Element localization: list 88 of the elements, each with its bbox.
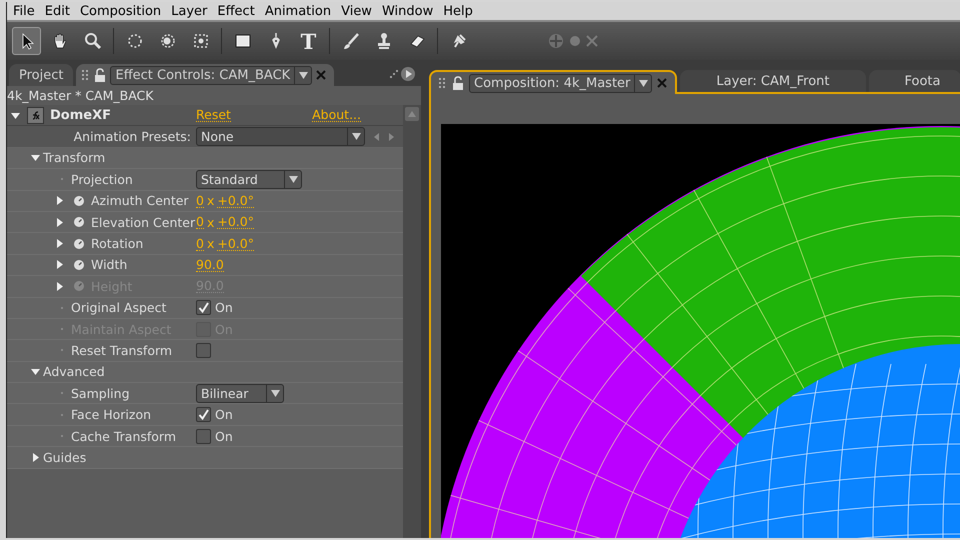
- close-icon[interactable]: [657, 78, 668, 88]
- group-label: Advanced: [43, 364, 105, 380]
- field-label: Animation Presets:: [74, 129, 191, 144]
- collapse-triangle-icon[interactable]: [10, 110, 20, 120]
- panel-tab[interactable]: Effect Controls: CAM_BACK: [76, 64, 334, 86]
- group-label: Transform: [43, 150, 106, 166]
- stopwatch-icon[interactable]: [73, 216, 85, 228]
- revolutions-value[interactable]: 0: [196, 194, 204, 208]
- property-label: Azimuth Center: [91, 193, 189, 208]
- world-axis-icon: [569, 35, 581, 47]
- number-value[interactable]: 90.0: [196, 258, 224, 272]
- caret-icon: [298, 72, 308, 78]
- lock-icon: [452, 76, 464, 90]
- property-label: Original Aspect: [71, 300, 166, 316]
- menu-item[interactable]: Animation: [260, 4, 338, 18]
- menu-item[interactable]: Effect: [213, 4, 261, 18]
- menu-item[interactable]: Composition: [76, 4, 168, 18]
- expand-triangle-icon[interactable]: [54, 282, 64, 291]
- property-label: Face Horizon: [71, 407, 152, 422]
- effect-name: DomeXF: [50, 108, 111, 123]
- caret-icon: [270, 390, 280, 397]
- menu-item[interactable]: File: [9, 4, 41, 18]
- checkmark-icon: [198, 409, 209, 420]
- collapse-triangle-icon[interactable]: [30, 153, 40, 162]
- checkbox[interactable]: [196, 300, 211, 316]
- caret-icon: [288, 176, 298, 183]
- menu-item[interactable]: Window: [378, 4, 440, 18]
- property-label: Rotation: [91, 236, 144, 252]
- checkbox[interactable]: [196, 407, 211, 422]
- collapse-triangle-icon[interactable]: [30, 367, 40, 376]
- angle-value[interactable]: +0.0°: [217, 236, 254, 251]
- checkbox-caption: On: [215, 300, 233, 316]
- property-label: Cache Transform: [71, 428, 176, 444]
- search-icon: [82, 31, 102, 51]
- fx-glyph-icon: [31, 110, 40, 120]
- tab-label: Composition: 4k_Master: [474, 76, 630, 90]
- panel-tab[interactable]: Foota: [868, 70, 960, 92]
- breadcrumb: 4k_Master * CAM_BACK: [7, 86, 421, 105]
- menu-item[interactable]: Edit: [40, 4, 76, 18]
- expand-triangle-icon[interactable]: [54, 239, 64, 248]
- property-label: Reset Transform: [71, 342, 172, 358]
- panel-tab[interactable]: Project: [9, 64, 74, 86]
- stopwatch-icon[interactable]: [73, 194, 85, 207]
- dropdown[interactable]: Standard: [196, 170, 302, 189]
- checkbox[interactable]: [196, 428, 211, 444]
- stopwatch-icon[interactable]: [73, 258, 85, 271]
- revolutions-value[interactable]: 0: [196, 215, 204, 230]
- checkbox-caption: On: [215, 407, 233, 422]
- property-label: Width: [91, 257, 128, 272]
- checkbox-caption: On: [215, 428, 233, 444]
- axis-mode-icon: [547, 32, 565, 50]
- grip-icon: [82, 69, 90, 81]
- grip-icon: [439, 77, 447, 89]
- checkmark-icon: [198, 302, 209, 314]
- type-tool-button[interactable]: T: [294, 27, 323, 55]
- dropdown[interactable]: Bilinear: [196, 384, 284, 403]
- lock-icon: [94, 68, 106, 82]
- view-axis-icon: [585, 34, 599, 48]
- menu-item[interactable]: Help: [439, 4, 479, 18]
- angle-value[interactable]: +0.0°: [217, 194, 254, 208]
- checkbox[interactable]: [196, 342, 211, 358]
- menu-item[interactable]: Layer: [167, 4, 214, 18]
- tool-button[interactable]: [12, 27, 41, 55]
- revolutions-value[interactable]: 0: [196, 236, 204, 251]
- expand-triangle-icon[interactable]: [54, 196, 64, 206]
- panel-menu-icon[interactable]: [389, 64, 417, 84]
- stopwatch-icon[interactable]: [73, 238, 85, 250]
- reset-link[interactable]: Reset: [196, 108, 231, 122]
- property-label: Elevation Center: [91, 214, 196, 230]
- about-link[interactable]: About...: [312, 108, 361, 122]
- unit-label: x: [206, 193, 214, 208]
- angle-value[interactable]: +0.0°: [217, 215, 254, 230]
- caret-icon: [638, 80, 648, 86]
- presets-dropdown[interactable]: None: [196, 127, 365, 146]
- caret-icon: [352, 133, 360, 140]
- panel-tab[interactable]: Composition: 4k_Master: [429, 70, 678, 94]
- unit-label: x: [206, 236, 214, 252]
- expand-triangle-icon[interactable]: [54, 218, 64, 227]
- expand-triangle-icon[interactable]: [54, 260, 64, 270]
- unit-label: x: [206, 214, 214, 230]
- group-label: Guides: [43, 450, 86, 465]
- tab-label: Effect Controls: CAM_BACK: [115, 68, 290, 82]
- property-label: Sampling: [71, 386, 130, 401]
- panel-tab[interactable]: Layer: CAM_Front: [680, 70, 866, 92]
- close-icon[interactable]: [316, 70, 326, 80]
- property-label: Projection: [71, 172, 133, 187]
- expand-triangle-icon[interactable]: [30, 452, 40, 462]
- menu-item[interactable]: View: [337, 4, 378, 18]
